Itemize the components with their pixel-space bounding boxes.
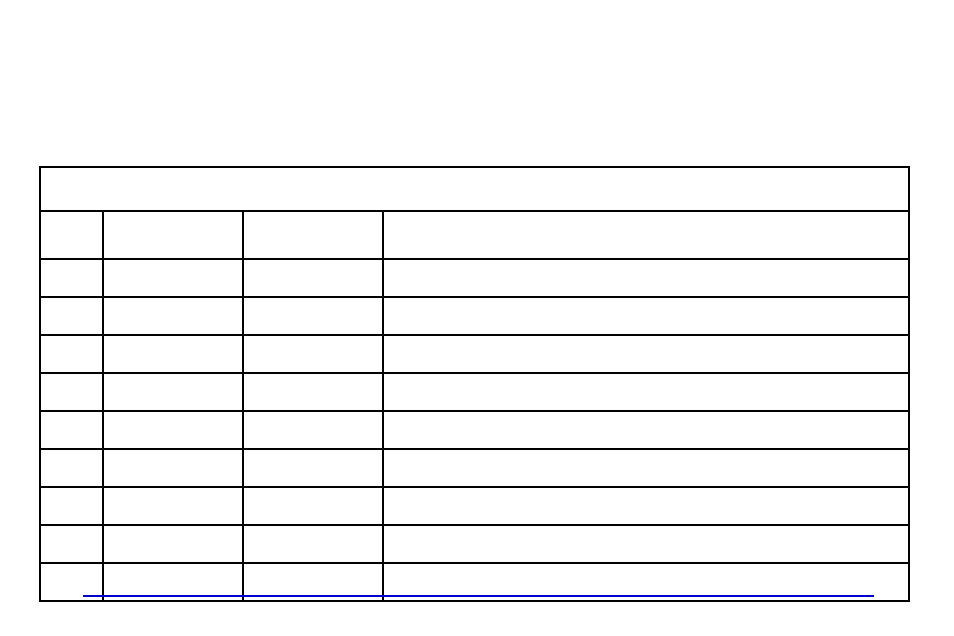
table-header-cell [243,211,383,259]
data-table [39,166,910,602]
table-row [40,259,909,297]
table-cell [103,449,243,487]
table-header-cell [383,211,909,259]
table-header-row [40,211,909,259]
table-header-cell [40,211,103,259]
table-cell [243,525,383,563]
table-cell [40,335,103,373]
table-cell [243,487,383,525]
table-cell [383,487,909,525]
table-row [40,335,909,373]
table-cell [40,487,103,525]
table-cell [243,297,383,335]
table-cell [383,373,909,411]
table-title [40,167,909,211]
table-cell [243,335,383,373]
table-cell [40,411,103,449]
table-cell [383,259,909,297]
table-cell [103,373,243,411]
table-cell [383,411,909,449]
table-row [40,449,909,487]
table-cell [243,411,383,449]
table-header-cell [103,211,243,259]
table-cell [40,449,103,487]
table-cell [243,259,383,297]
table-cell [40,525,103,563]
table-row [40,297,909,335]
table-cell [103,335,243,373]
table-cell [103,525,243,563]
table-cell [383,525,909,563]
table-cell [103,487,243,525]
table-cell [243,449,383,487]
table-row [40,525,909,563]
table-row [40,373,909,411]
table-cell [103,297,243,335]
table-cell [40,373,103,411]
table-cell [40,297,103,335]
table-cell [103,411,243,449]
table-cell [40,259,103,297]
table-cell [383,297,909,335]
table-cell [243,373,383,411]
table-cell [383,449,909,487]
footer-divider [83,595,874,597]
table-title-row [40,167,909,211]
table-cell [103,259,243,297]
table-row [40,411,909,449]
table-cell [383,335,909,373]
page [0,0,954,636]
table-row [40,487,909,525]
